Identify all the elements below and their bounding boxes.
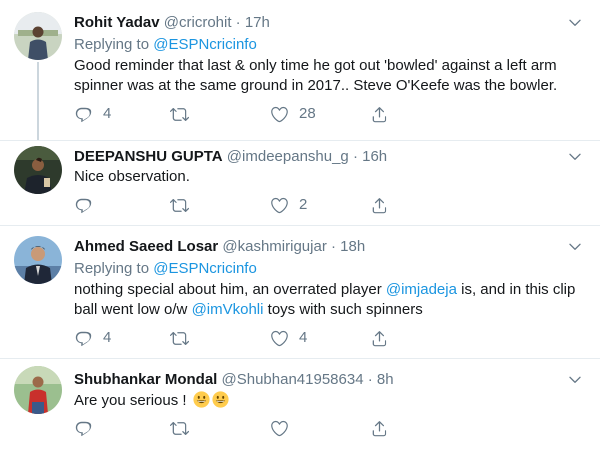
reply-icon [74,329,93,348]
timestamp[interactable]: 18h [340,238,365,255]
reply-icon [74,196,93,215]
mention-link[interactable]: @imVkohli [192,301,264,318]
replying-to-line: Replying to @ESPNcricinfo [74,259,257,279]
timestamp[interactable]: 16h [362,148,387,165]
heart-icon [270,105,289,124]
display-name[interactable]: Shubhankar Mondal [74,371,217,388]
display-name[interactable]: Ahmed Saeed Losar [74,238,218,255]
replying-to-label: Replying to [74,36,150,53]
reply-button[interactable]: 4 [74,328,111,348]
timestamp[interactable]: 17h [245,14,270,31]
grinning-face-emoji-icon [212,391,229,408]
user-handle[interactable]: @cricrohit [164,14,232,31]
retweet-icon [170,329,189,348]
user-handle[interactable]: @imdeepanshu_g [227,148,349,165]
separator-dot: · [330,238,336,255]
heart-icon [270,329,289,348]
avatar[interactable] [14,236,62,284]
display-name[interactable]: DEEPANSHU GUPTA [74,148,223,165]
tweet-actions: 4 4 [74,328,404,348]
reply-button[interactable] [74,418,93,438]
retweet-icon [170,419,189,438]
tweet-text-line: ball went low o/w @imVkohli toys with su… [74,300,584,320]
share-icon [370,105,389,124]
tweet-shubhankar-mondal[interactable]: Shubhankar Mondal @Shubhan41958634 · 8h … [0,359,600,450]
tweet-header: Shubhankar Mondal @Shubhan41958634 · 8h [74,371,394,389]
tweet-header: Ahmed Saeed Losar @kashmirigujar · 18h [74,238,365,256]
tweet-actions [74,418,404,438]
tweet-text: Are you serious ! [74,391,584,411]
avatar[interactable] [14,366,62,414]
chevron-down-icon[interactable] [567,372,583,388]
thread-line [37,62,39,140]
tweet-text: Good reminder that last & only time he g… [74,56,584,96]
heart-icon [270,419,289,438]
retweet-button[interactable] [170,195,189,215]
separator-dot: · [367,371,373,388]
text-segment: Are you serious ! [74,392,191,409]
separator-dot: · [235,14,241,31]
reply-icon [74,105,93,124]
tweet-text-line: nothing special about him, an overrated … [74,280,584,300]
reply-count: 4 [103,105,112,122]
grinning-face-emoji-icon [193,391,210,408]
display-name[interactable]: Rohit Yadav [74,14,160,31]
text-segment: is, and in this clip [456,281,576,298]
tweet-rohit-yadav[interactable]: Rohit Yadav @cricrohit · 17h Replying to… [0,0,600,140]
tweet-text: nothing special about him, an overrated … [74,280,584,320]
chevron-down-icon[interactable] [567,15,583,31]
tweet-text-line: Good reminder that last & only time he g… [74,57,557,74]
share-icon [370,419,389,438]
heart-icon [270,196,289,215]
avatar[interactable] [14,146,62,194]
like-button[interactable]: 4 [270,328,307,348]
tweet-text-line: spinner was at the same ground in 2017..… [74,77,558,94]
tweet-actions: 4 28 [74,104,404,124]
chevron-down-icon[interactable] [567,239,583,255]
tweet-ahmed-saeed-losar[interactable]: Ahmed Saeed Losar @kashmirigujar · 18h R… [0,226,600,362]
retweet-button[interactable] [170,328,189,348]
share-button[interactable] [370,328,389,348]
reply-count: 4 [103,329,112,346]
reply-button[interactable] [74,195,93,215]
text-segment: nothing special about him, an overrated … [74,281,386,298]
user-handle[interactable]: @kashmirigujar [222,238,326,255]
replying-to-link[interactable]: @ESPNcricinfo [153,260,257,277]
tweet-actions: 2 [74,195,404,215]
like-button[interactable]: 2 [270,195,307,215]
separator-dot: · [352,148,358,165]
share-icon [370,329,389,348]
like-count: 28 [299,105,316,122]
timestamp[interactable]: 8h [377,371,394,388]
text-segment: ball went low o/w [74,301,192,318]
retweet-button[interactable] [170,418,189,438]
replying-to-link[interactable]: @ESPNcricinfo [153,36,257,53]
retweet-button[interactable] [170,104,189,124]
chevron-down-icon[interactable] [567,149,583,165]
like-count: 4 [299,329,308,346]
mention-link[interactable]: @imjadeja [386,281,457,298]
tweet-deepanshu-gupta[interactable]: DEEPANSHU GUPTA @imdeepanshu_g · 16h Nic… [0,141,600,233]
share-icon [370,196,389,215]
tweet-text: Nice observation. [74,168,190,185]
tweet-header: Rohit Yadav @cricrohit · 17h [74,14,270,32]
replying-to-label: Replying to [74,260,150,277]
text-segment: toys with such spinners [263,301,423,318]
avatar[interactable] [14,12,62,60]
retweet-icon [170,196,189,215]
like-button[interactable] [270,418,289,438]
share-button[interactable] [370,195,389,215]
user-handle[interactable]: @Shubhan41958634 [222,371,364,388]
like-button[interactable]: 28 [270,104,316,124]
replying-to-line: Replying to @ESPNcricinfo [74,35,257,55]
share-button[interactable] [370,418,389,438]
tweet-header: DEEPANSHU GUPTA @imdeepanshu_g · 16h [74,148,387,166]
reply-icon [74,419,93,438]
reply-button[interactable]: 4 [74,104,111,124]
retweet-icon [170,105,189,124]
share-button[interactable] [370,104,389,124]
like-count: 2 [299,196,308,213]
